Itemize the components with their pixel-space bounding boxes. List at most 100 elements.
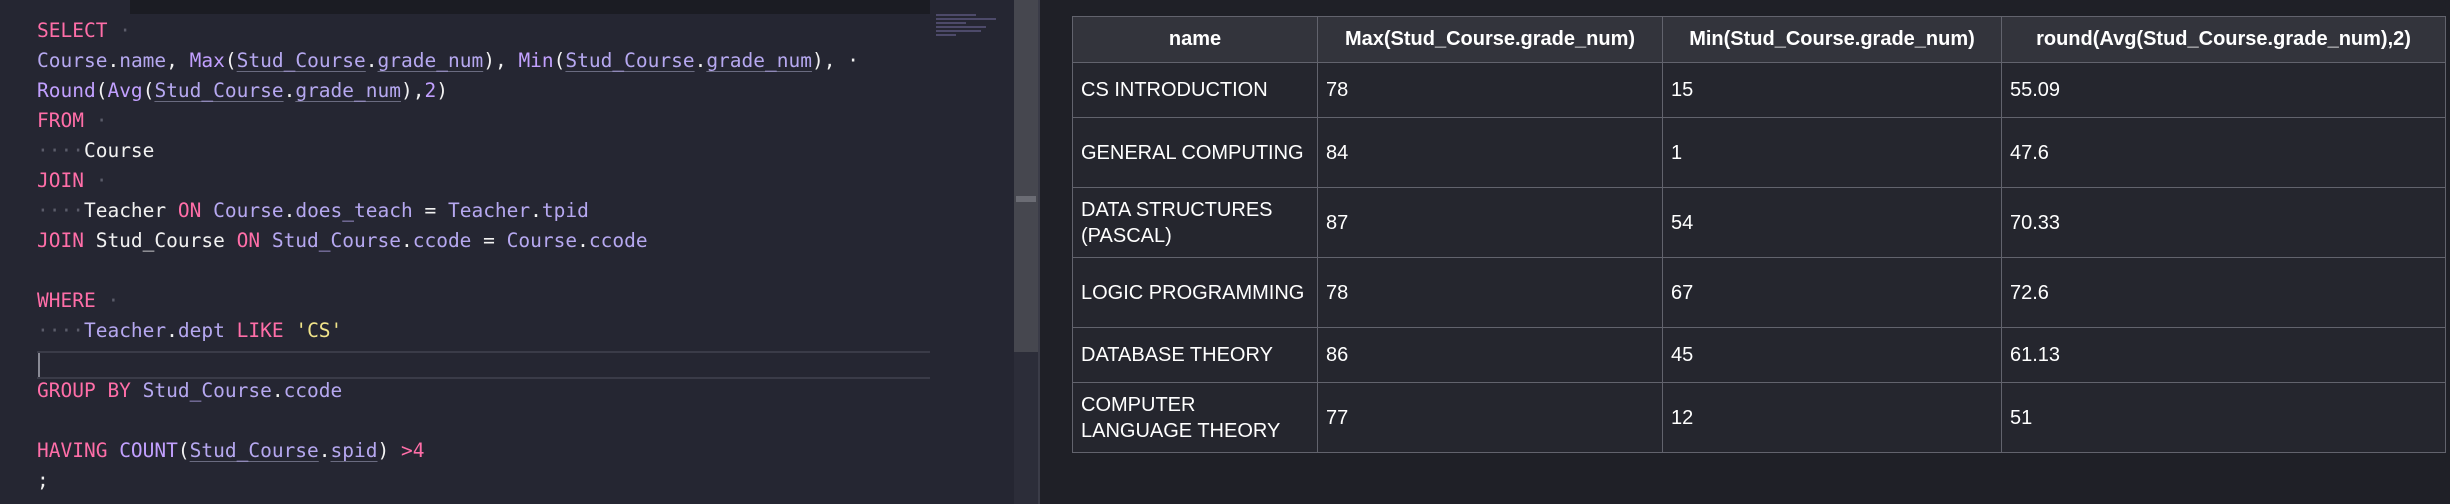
table-row[interactable]: CS INTRODUCTION 78 15 55.09 bbox=[1072, 62, 2446, 118]
code-token: Course bbox=[213, 199, 284, 222]
code-line[interactable]: GROUP BY Stud_Course.ccode bbox=[37, 376, 937, 406]
code-token: JOIN bbox=[37, 169, 84, 192]
column-header-name[interactable]: name bbox=[1072, 16, 1318, 63]
code-token: 2 bbox=[424, 79, 437, 102]
cell-max: 86 bbox=[1317, 327, 1663, 383]
code-token: Stud_Course bbox=[95, 229, 237, 252]
cell-max: 78 bbox=[1317, 257, 1663, 328]
cell-name: DATABASE THEORY bbox=[1072, 327, 1318, 383]
code-token: SELECT bbox=[37, 19, 108, 42]
code-token: Stud_Course bbox=[271, 229, 401, 252]
code-token: ccode bbox=[283, 379, 343, 402]
sql-code[interactable]: SELECT · Course.name, Max(Stud_Course.gra… bbox=[37, 16, 937, 496]
code-token: Max bbox=[189, 49, 225, 72]
code-token: spid bbox=[330, 439, 378, 462]
code-line[interactable]: SELECT · bbox=[37, 16, 937, 46]
editor-scrollbar-marker bbox=[1016, 196, 1036, 202]
table-row[interactable]: COMPUTER LANGUAGE THEORY 77 12 51 bbox=[1072, 382, 2446, 453]
code-token: · bbox=[83, 169, 108, 192]
code-token: ), bbox=[401, 79, 425, 102]
code-token: ccode bbox=[412, 229, 472, 252]
cell-avg: 72.6 bbox=[2001, 257, 2446, 328]
code-line[interactable]: JOIN Stud_Course ON Stud_Course.ccode = … bbox=[37, 226, 937, 256]
code-token: Stud_Course bbox=[236, 49, 366, 72]
header-row: name Max(Stud_Course.grade_num) Min(Stud… bbox=[1072, 16, 2446, 63]
code-token: >4 bbox=[400, 439, 425, 462]
table-row[interactable]: DATA STRUCTURES (PASCAL) 87 54 70.33 bbox=[1072, 187, 2446, 258]
code-line[interactable]: Round(Avg(Stud_Course.grade_num),2) bbox=[37, 76, 937, 106]
code-line[interactable]: Course.name, Max(Stud_Course.grade_num),… bbox=[37, 46, 937, 76]
code-token: = bbox=[471, 229, 507, 252]
code-token: grade_num bbox=[377, 49, 484, 72]
table-row[interactable]: LOGIC PROGRAMMING 78 67 72.6 bbox=[1072, 257, 2446, 328]
cell-min: 15 bbox=[1662, 62, 2002, 118]
code-token: . bbox=[107, 49, 120, 72]
code-token: ON bbox=[236, 229, 272, 252]
code-line[interactable]: WHERE · bbox=[37, 286, 937, 316]
cell-max: 87 bbox=[1317, 187, 1663, 258]
code-token: . bbox=[365, 49, 378, 72]
code-token: WHERE bbox=[37, 289, 96, 312]
code-token: Teacher bbox=[83, 199, 178, 222]
cell-min: 1 bbox=[1662, 117, 2002, 188]
column-header-max[interactable]: Max(Stud_Course.grade_num) bbox=[1317, 16, 1663, 63]
code-token: . bbox=[271, 379, 284, 402]
code-line[interactable] bbox=[37, 406, 937, 436]
code-token: . bbox=[283, 79, 296, 102]
code-token: dept bbox=[177, 319, 225, 342]
code-token: FROM bbox=[37, 109, 84, 132]
table-row[interactable]: GENERAL COMPUTING 84 1 47.6 bbox=[1072, 117, 2446, 188]
minimap[interactable] bbox=[936, 14, 1006, 54]
column-header-avg[interactable]: round(Avg(Stud_Course.grade_num),2) bbox=[2001, 16, 2446, 63]
code-token: ) bbox=[436, 79, 448, 102]
code-token: ; bbox=[37, 469, 49, 492]
code-token: Round bbox=[37, 79, 96, 102]
code-line[interactable]: ; bbox=[37, 466, 937, 496]
code-token: 'CS' bbox=[295, 319, 343, 342]
cell-min: 54 bbox=[1662, 187, 2002, 258]
code-token: . bbox=[577, 229, 589, 252]
code-line[interactable] bbox=[37, 256, 937, 286]
code-token: . bbox=[318, 439, 331, 462]
code-token: ), · bbox=[811, 49, 859, 72]
code-token: . bbox=[283, 199, 296, 222]
code-line[interactable]: ····Teacher ON Course.does_teach = Teach… bbox=[37, 196, 937, 226]
code-line[interactable]: ····Teacher.dept LIKE 'CS' bbox=[37, 316, 937, 346]
code-token: ( bbox=[177, 439, 190, 462]
code-token: grade_num bbox=[706, 49, 812, 72]
code-line[interactable]: FROM · bbox=[37, 106, 937, 136]
code-line[interactable]: JOIN · bbox=[37, 166, 937, 196]
code-token: name bbox=[119, 49, 167, 72]
code-token: · bbox=[107, 19, 131, 42]
current-line-highlight bbox=[37, 351, 930, 379]
sql-editor[interactable]: SELECT · Course.name, Max(Stud_Course.gra… bbox=[0, 0, 1040, 504]
cell-name: COMPUTER LANGUAGE THEORY bbox=[1072, 382, 1318, 453]
code-line[interactable]: HAVING COUNT(Stud_Course.spid) >4 bbox=[37, 436, 937, 466]
code-token: grade_num bbox=[295, 79, 401, 102]
column-header-min[interactable]: Min(Stud_Course.grade_num) bbox=[1662, 16, 2002, 63]
code-token: ( bbox=[95, 79, 108, 102]
text-caret bbox=[38, 353, 40, 377]
table-row[interactable]: DATABASE THEORY 86 45 61.13 bbox=[1072, 327, 2446, 383]
code-token: . bbox=[530, 199, 542, 222]
code-token: ···· bbox=[37, 199, 84, 222]
code-token: Course bbox=[37, 49, 108, 72]
code-token: Min bbox=[518, 49, 554, 72]
code-token: HAVING bbox=[37, 439, 120, 462]
editor-tab-strip bbox=[130, 0, 930, 14]
code-token: ···· bbox=[37, 139, 84, 162]
results-table: name Max(Stud_Course.grade_num) Min(Stud… bbox=[1072, 16, 2446, 453]
code-token: Stud_Course bbox=[189, 439, 319, 462]
cell-avg: 61.13 bbox=[2001, 327, 2446, 383]
code-token: Stud_Course bbox=[142, 379, 272, 402]
code-token: . bbox=[166, 319, 178, 342]
code-token: Course bbox=[506, 229, 578, 252]
code-token: does_teach bbox=[295, 199, 413, 222]
code-token: JOIN bbox=[37, 229, 96, 252]
code-line[interactable]: ····Course bbox=[37, 136, 937, 166]
code-token: . bbox=[694, 49, 707, 72]
cell-avg: 55.09 bbox=[2001, 62, 2446, 118]
editor-scrollbar-thumb[interactable] bbox=[1014, 0, 1038, 352]
cell-name: CS INTRODUCTION bbox=[1072, 62, 1318, 118]
cell-avg: 51 bbox=[2001, 382, 2446, 453]
